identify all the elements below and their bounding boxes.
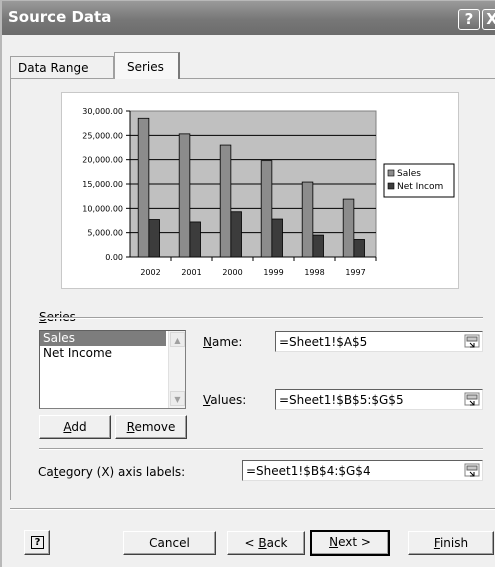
finish-button[interactable]: Finish	[408, 531, 494, 555]
bar-net-incom	[189, 221, 201, 258]
remove-button[interactable]: Remove	[115, 415, 187, 439]
tab-series[interactable]: Series	[114, 52, 180, 79]
bar-net-incom	[312, 234, 324, 258]
collapse-dialog-icon[interactable]	[464, 463, 480, 478]
bar-net-incom	[353, 239, 365, 258]
back-button[interactable]: < Back	[227, 531, 305, 555]
name-label: Name:	[203, 335, 243, 349]
category-separator	[39, 448, 483, 450]
category-label: Category (X) axis labels:	[38, 465, 186, 479]
tab-data-range-label: Data Range	[18, 61, 89, 75]
bar-sales	[301, 181, 314, 258]
series-list-item-net-income[interactable]: Net Income	[40, 346, 166, 361]
y-tick-label: 5,000.00	[87, 229, 123, 238]
help-button[interactable]: ?	[24, 530, 50, 555]
y-tick-label: 15,000.00	[82, 180, 123, 189]
y-tick-label: 10,000.00	[82, 204, 123, 213]
collapse-dialog-icon[interactable]	[464, 392, 480, 407]
bar-net-incom	[148, 219, 160, 258]
x-tick-label: 2000	[222, 268, 242, 277]
x-tick-label: 1999	[263, 268, 283, 277]
close-icon: X	[486, 10, 495, 28]
bar-sales	[219, 144, 232, 258]
x-tick-label: 2002	[140, 268, 160, 277]
tab-series-label: Series	[127, 60, 164, 74]
series-listbox[interactable]: Sales Net Income ▲ ▼	[39, 330, 186, 409]
values-field-value: =Sheet1!$B$5:$G$5	[279, 393, 404, 407]
chart-svg: 30,000.00 25,000.00 20,000.00 15,000.00 10,0…	[82, 107, 455, 277]
add-button[interactable]: Add	[39, 415, 111, 439]
footer-separator	[10, 508, 495, 510]
y-tick-label: 30,000.00	[82, 107, 123, 116]
bar-sales	[178, 133, 191, 258]
y-tick-label: 25,000.00	[82, 131, 123, 140]
bar-sales	[137, 117, 150, 258]
legend-swatch	[387, 182, 395, 190]
scroll-down-icon[interactable]: ▼	[170, 391, 185, 406]
y-tick-label: 20,000.00	[82, 156, 123, 165]
series-scrollbar[interactable]: ▲ ▼	[168, 331, 185, 408]
legend-swatch	[387, 169, 395, 177]
scroll-up-icon[interactable]: ▲	[170, 332, 185, 347]
series-separator	[39, 317, 483, 319]
legend-label: Net Incom	[397, 182, 443, 192]
dialog-title: Source Data	[8, 8, 112, 26]
x-tick-label: 1998	[304, 268, 324, 277]
bar-sales	[342, 198, 355, 258]
next-button[interactable]: Next >	[310, 530, 390, 556]
name-field[interactable]: =Sheet1!$A$5	[275, 331, 483, 352]
bar-sales	[260, 160, 273, 258]
help-icon: ?	[31, 536, 44, 549]
x-tick-label: 1997	[345, 268, 365, 277]
bar-net-incom	[271, 218, 283, 258]
y-tick-label: 0.00	[105, 253, 123, 262]
close-button[interactable]: X	[482, 9, 495, 30]
values-field[interactable]: =Sheet1!$B$5:$G$5	[275, 389, 483, 410]
category-field-value: =Sheet1!$B$4:$G$4	[246, 464, 371, 478]
bar-net-incom	[230, 211, 242, 258]
tab-data-range[interactable]: Data Range	[10, 56, 114, 78]
series-list-item-sales[interactable]: Sales	[40, 331, 166, 346]
legend-label: Sales	[397, 169, 421, 179]
values-label: Values:	[203, 393, 247, 407]
category-field[interactable]: =Sheet1!$B$4:$G$4	[242, 460, 483, 481]
name-field-value: =Sheet1!$A$5	[279, 335, 368, 349]
title-bar: Source Data ? X	[2, 1, 495, 35]
collapse-dialog-icon[interactable]	[464, 334, 480, 349]
help-title-button[interactable]: ?	[458, 9, 480, 30]
x-tick-label: 2001	[181, 268, 201, 277]
cancel-button[interactable]: Cancel	[123, 531, 216, 555]
chart-preview: 30,000.00 25,000.00 20,000.00 15,000.00 10,0…	[61, 92, 459, 289]
source-data-dialog: Source Data ? X Data Range Series 30,000…	[0, 0, 495, 567]
help-icon: ?	[464, 10, 474, 28]
